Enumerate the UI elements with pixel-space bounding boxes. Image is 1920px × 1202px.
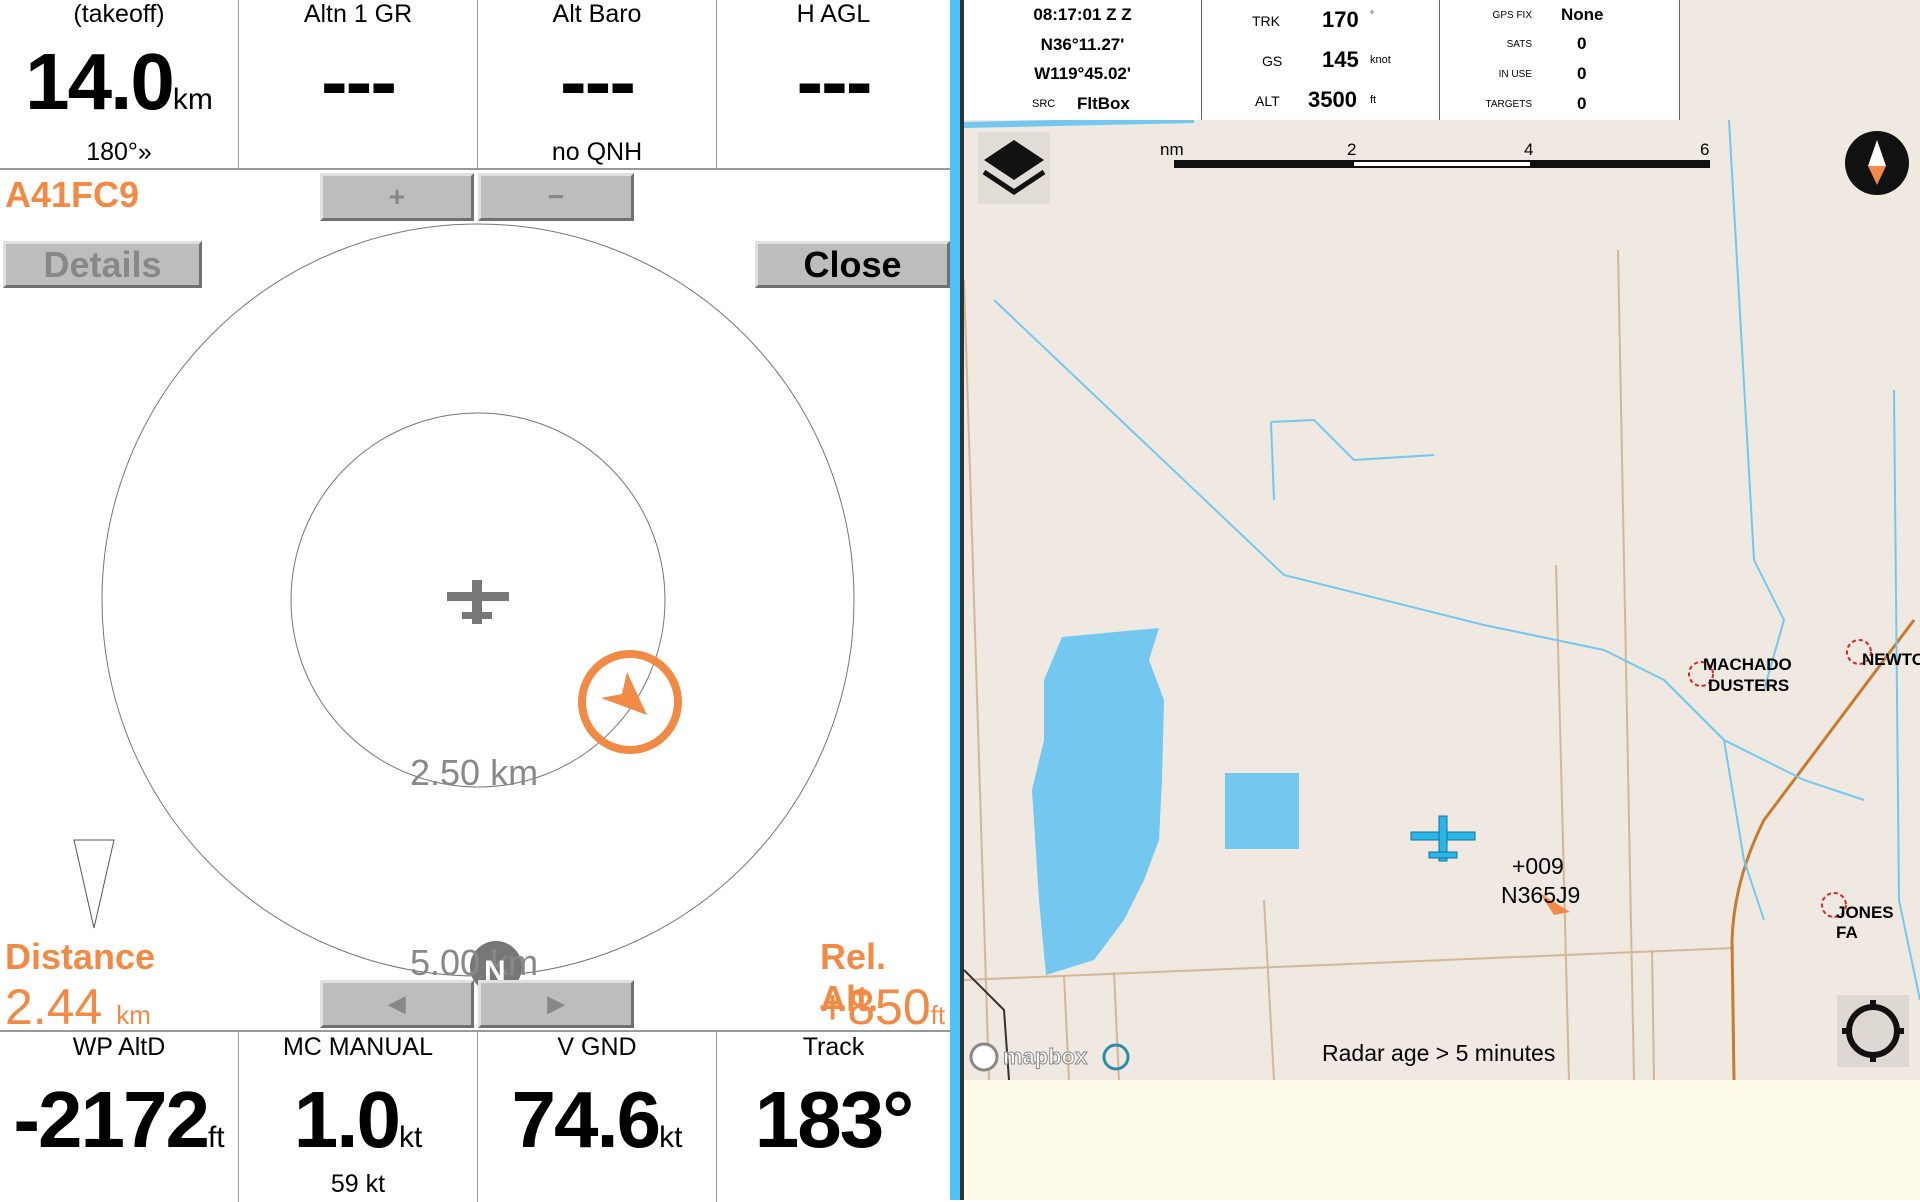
close-button[interactable]: Close xyxy=(755,241,950,288)
sats-label: SATS xyxy=(1506,39,1532,50)
cell-value: --- xyxy=(560,37,636,126)
info-cell-mc[interactable]: MC MANUAL 1.0kt 59 kt xyxy=(239,1032,478,1202)
motion-panel: TRK 170 ° GS 145 knot ALT 3500 ft xyxy=(1202,0,1440,120)
cell-value: 1.0kt xyxy=(293,1075,423,1164)
gs-value: 145 xyxy=(1322,47,1359,72)
gps-panel: GPS FIX None SATS 0 IN USE 0 TARGETS 0 xyxy=(1440,0,1680,120)
in-use-value: 0 xyxy=(1577,64,1587,83)
cell-sub: 180°» xyxy=(86,138,152,166)
gs-label: GS xyxy=(1262,53,1283,69)
gs-unit: knot xyxy=(1370,54,1391,66)
cell-value: 74.6kt xyxy=(511,1075,683,1164)
place-label: NEWTO xyxy=(1862,650,1920,669)
trk-value: 170 xyxy=(1322,7,1359,32)
cell-sub: 59 kt xyxy=(330,1170,386,1198)
longitude: W119°45.02' xyxy=(1034,64,1131,83)
trk-label: TRK xyxy=(1252,13,1280,29)
cell-title: Altn 1 GR xyxy=(303,0,413,28)
cell-title: H AGL xyxy=(796,0,871,28)
info-cell-track[interactable]: Track 183° xyxy=(717,1032,950,1202)
info-cell-wp-altd[interactable]: WP AltD -2172ft xyxy=(0,1032,239,1202)
outer-ring-label: 5.00 km xyxy=(410,942,539,983)
cell-title: WP AltD xyxy=(72,1033,166,1061)
details-button[interactable]: Details xyxy=(3,241,202,288)
rel-alt-value: +850ft xyxy=(818,979,946,1035)
targets-value: 0 xyxy=(1577,94,1587,113)
traffic-alt-label: +009 xyxy=(1512,853,1564,879)
scale-tick: 4 xyxy=(1524,140,1534,159)
gps-fix-value: None xyxy=(1561,5,1604,24)
cell-title: Alt Baro xyxy=(552,0,642,28)
map-bottom-area xyxy=(964,1080,1920,1200)
cell-value: --- xyxy=(796,37,873,126)
alt-unit: ft xyxy=(1370,94,1377,106)
targets-label: TARGETS xyxy=(1485,99,1532,110)
src-label: SRC xyxy=(1032,98,1056,110)
own-aircraft-icon xyxy=(447,580,509,624)
zoom-out-button[interactable]: − xyxy=(478,173,634,221)
trk-unit: ° xyxy=(1370,10,1374,21)
cell-title: MC MANUAL xyxy=(282,1033,433,1061)
traffic-reg-label: N365J9 xyxy=(1501,882,1581,908)
place-label: JONES FA xyxy=(1836,903,1894,942)
cell-title: (takeoff) xyxy=(73,0,165,28)
place-label: MACHADO xyxy=(1703,655,1792,674)
inner-ring-label: 2.50 km xyxy=(410,752,539,793)
previous-target-button[interactable]: ◀ xyxy=(320,980,474,1028)
cell-value: 183° xyxy=(754,1075,914,1164)
panel-divider[interactable] xyxy=(950,0,960,1200)
sats-value: 0 xyxy=(1577,34,1587,53)
scale-unit: nm xyxy=(1160,140,1184,159)
heading-indicator-icon xyxy=(73,839,115,929)
radar-age-status: Radar age > 5 minutes xyxy=(1322,1040,1556,1066)
scale-bar xyxy=(1174,160,1710,168)
target-id: A41FC9 xyxy=(5,174,140,215)
bottom-info-row: WP AltD -2172ft MC MANUAL 1.0kt 59 kt V … xyxy=(0,1030,950,1202)
scale-tick: 6 xyxy=(1700,140,1710,159)
place-label: DUSTERS xyxy=(1708,676,1790,695)
scale-tick: 2 xyxy=(1347,140,1357,159)
info-cell-v-gnd[interactable]: V GND 74.6kt xyxy=(478,1032,717,1202)
target-aircraft-icon xyxy=(578,650,682,754)
alt-value: 3500 xyxy=(1308,87,1357,112)
info-cell-alt-baro[interactable]: Alt Baro --- no QNH xyxy=(478,0,717,170)
gps-fix-label: GPS FIX xyxy=(1492,10,1532,21)
info-cell-h-agl[interactable]: H AGL --- xyxy=(717,0,950,170)
in-use-label: IN USE xyxy=(1498,69,1532,80)
src-value: FltBox xyxy=(1077,94,1130,113)
distance-value: 2.44 km xyxy=(5,979,151,1035)
info-cell-altn-gr[interactable]: Altn 1 GR --- xyxy=(239,0,478,170)
cell-value: -2172ft xyxy=(13,1075,225,1164)
map-view[interactable] xyxy=(964,0,1920,1200)
cell-title: Track xyxy=(802,1033,865,1061)
position-panel: 08:17:01 Z Z N36°11.27' W119°45.02' SRC … xyxy=(964,0,1202,120)
top-info-row: (takeoff) 14.0km 180°» Altn 1 GR --- Alt… xyxy=(0,0,950,170)
utc-time: 08:17:01 Z Z xyxy=(1033,5,1132,24)
latitude: N36°11.27' xyxy=(1040,35,1125,54)
info-cell-takeoff[interactable]: (takeoff) 14.0km 180°» xyxy=(0,0,239,170)
mapbox-attribution[interactable]: mapbox xyxy=(1002,1044,1087,1070)
traffic-radar xyxy=(73,223,855,993)
cell-title: V GND xyxy=(557,1033,637,1061)
alt-label: ALT xyxy=(1255,93,1280,109)
cell-value: --- xyxy=(321,37,397,126)
zoom-in-button[interactable]: + xyxy=(320,173,474,221)
mapbox-logo xyxy=(969,1042,999,1072)
distance-label: Distance xyxy=(5,936,156,977)
cell-value: 14.0km xyxy=(25,37,213,126)
next-target-button[interactable]: ▶ xyxy=(478,980,634,1028)
cell-sub: no QNH xyxy=(551,138,643,166)
